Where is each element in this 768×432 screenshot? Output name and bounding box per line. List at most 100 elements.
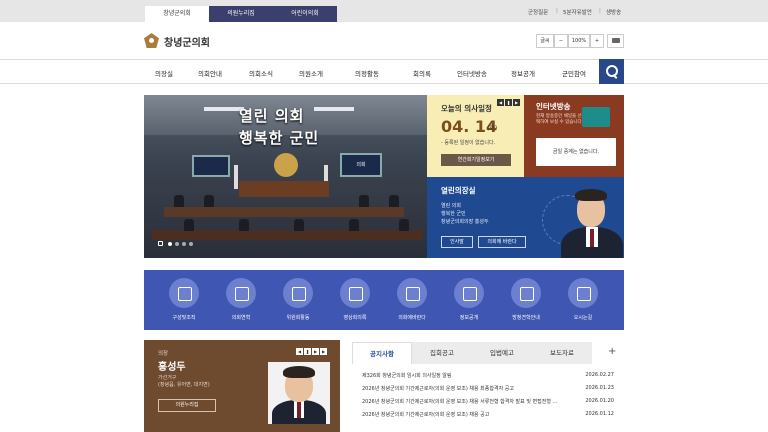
main-nav: 의장실 의회안내 의회소식 의원소개 의정활동 회의록 인터넷방송 정보공개 군… [0,59,768,84]
quick-item-visit-guide[interactable]: 방청견학안내 [498,278,554,321]
nav-item-activities[interactable]: 의정활동 [355,68,379,78]
prev-day-icon[interactable]: ◀ [497,99,504,106]
pause-icon[interactable] [158,241,163,246]
quick-item-label: 구성및조직 [172,315,196,321]
divider: | [556,8,558,14]
district-areas: (창녕읍, 유어면, 대지면) [158,382,210,388]
quick-item-label: 정보공개 [459,315,479,321]
link-live-broadcast[interactable]: 생방송 [606,8,621,16]
list-item[interactable]: 2026년 창녕군의회 기간제근로자(의회 운영 보조) 채용 공고 2026.0… [362,411,618,418]
broadcast-monitor-icon [582,107,610,127]
ceiling-light [314,107,354,111]
chair-photo [557,183,624,258]
pause-icon[interactable]: ❚ [505,99,512,106]
nav-item-council-news[interactable]: 의회소식 [249,68,273,78]
tab-legislation-notice[interactable]: 입법예고 [472,342,532,364]
schedule-title: 오늘의 의사일정 [441,104,492,113]
nav-item-info-disclosure[interactable]: 정보공개 [511,68,535,78]
today-schedule-panel: ◀ ❚ ▶ 오늘의 의사일정 04. 14 (화) - 등록된 일정이 없습니다… [427,95,524,177]
chair-desc-line: 창녕군의회의장 홍성두 [441,219,489,225]
tab-member-site[interactable]: 의원누리집 [209,6,273,22]
broadcast-status[interactable]: 금일 중계는 없습니다. [536,138,616,166]
slider-controls [158,239,218,249]
suggestion-button[interactable]: 의회에 바란다 [478,236,526,248]
seat [174,195,184,207]
globe-icon [226,278,256,308]
seat [294,219,304,231]
slide-dot[interactable] [175,242,179,246]
tab-kids-council[interactable]: 어린이의회 [273,6,337,22]
speech-person-icon [397,278,427,308]
district-title: 가선거구 [158,375,177,381]
tab-press-release[interactable]: 보도자료 [532,342,592,364]
nav-item-minutes[interactable]: 회의록 [413,68,431,78]
quick-item-label: 영상회의록 [343,315,367,321]
notice-title[interactable]: 2026년 창녕군의회 기간제근로자(의회 운영 보조) 채용 서류전형 합격자… [362,399,557,405]
list-item[interactable]: 2026년 창녕군의회 기간제근로자(의회 운영 보조) 채용 서류전형 합격자… [362,398,618,405]
flag [234,165,238,189]
tab-notices[interactable]: 공지사항 [352,342,412,364]
more-notices-button[interactable]: + [608,346,616,357]
hero-banner: 열린 의회 행복한 군민 의회 [144,95,427,258]
quick-item-video-minutes[interactable]: 영상회의록 [327,278,383,321]
printer-icon [611,38,620,43]
zoom-out-button[interactable]: − [554,34,568,48]
next-icon[interactable]: ▶ [320,348,327,355]
member-site-button[interactable]: 의원누리집 [158,399,216,412]
font-size-label: 글씨 [536,34,554,48]
seat [349,219,359,231]
schedule-day: (화) [487,125,498,132]
zoom-level: 100% [568,34,590,48]
schedule-note: - 등록된 일정이 없습니다. [441,140,496,146]
notice-title[interactable]: 2026년 창녕군의회 기간제근로자(의회 운영 보조) 채용 공고 [362,412,489,418]
next-day-icon[interactable]: ▶ [513,99,520,106]
seat [239,219,249,231]
zoom-in-button[interactable]: + [590,34,604,48]
tab-council-home[interactable]: 창녕군의회 [145,6,209,22]
quick-item-organization[interactable]: 구성및조직 [156,278,212,321]
quick-item-label: 방청견학안내 [512,315,540,321]
quick-item-committee[interactable]: 위원회활동 [270,278,326,321]
document-pen-icon [511,278,541,308]
org-chart-icon [169,278,199,308]
pause-icon[interactable]: ❚ [304,348,311,355]
print-button[interactable] [607,34,624,48]
nav-item-internet-broadcast[interactable]: 인터넷방송 [457,68,487,78]
council-emblem [274,153,298,177]
notice-title[interactable]: 2026년 창녕군의회 기간제근로자(의회 운영 보조) 채용 최종합격자 공고 [362,386,514,392]
seat [359,195,369,207]
tab-gazette[interactable]: 집회공고 [412,342,472,364]
chamber-screen-left [192,155,230,177]
quick-item-info-disclosure[interactable]: 정보공개 [441,278,497,321]
speaker-panel: 의장 홍성두 가선거구 (창녕읍, 유어면, 대지면) 의원누리집 ◀ ❚ ▶ … [144,340,340,432]
site-logo[interactable]: 창녕군의회 [144,32,234,50]
slide-dot[interactable] [189,242,193,246]
prev-icon[interactable]: ◀ [296,348,303,355]
quick-item-directions[interactable]: 오시는길 [555,278,611,321]
nav-item-speaker-office[interactable]: 의장실 [155,68,173,78]
search-button[interactable] [599,59,624,84]
nav-item-participation[interactable]: 군민참여 [562,68,586,78]
annual-schedule-button[interactable]: 연간회기일정보기 [441,154,511,166]
greeting-button[interactable]: 인사말 [441,236,473,248]
quick-menu: 구성및조직 의회연혁 위원회활동 영상회의록 의회에바란다 정보공개 방청견학안… [144,270,624,330]
speaker-district: 가선거구 (창녕읍, 유어면, 대지면) [158,375,210,389]
link-five-min-speech[interactable]: 5분자유발언 [563,8,592,16]
quick-item-suggestion[interactable]: 의회에바란다 [384,278,440,321]
link-gov-question[interactable]: 군정질문 [528,8,548,16]
nav-item-members[interactable]: 의원소개 [299,68,323,78]
notice-title[interactable]: 제326회 창녕군의회 임시회 의사일정 알림 [362,373,452,379]
slide-dot[interactable] [168,242,172,246]
nav-item-council-guide[interactable]: 의회안내 [198,68,222,78]
seat [204,195,214,207]
play-icon[interactable]: ▶ [312,348,319,355]
logo-text: 창녕군의회 [164,38,210,49]
hero-title-line2: 행복한 군민 [239,129,320,147]
seat [389,195,399,207]
quick-item-label: 의회연혁 [231,315,251,321]
hero-title-line1: 열린 의회 [239,107,305,125]
quick-item-history[interactable]: 의회연혁 [213,278,269,321]
list-item[interactable]: 2026년 창녕군의회 기간제근로자(의회 운영 보조) 채용 최종합격자 공고… [362,385,618,392]
list-item[interactable]: 제326회 창녕군의회 임시회 의사일정 알림 2026.02.27 [362,372,618,379]
slide-dot[interactable] [182,242,186,246]
